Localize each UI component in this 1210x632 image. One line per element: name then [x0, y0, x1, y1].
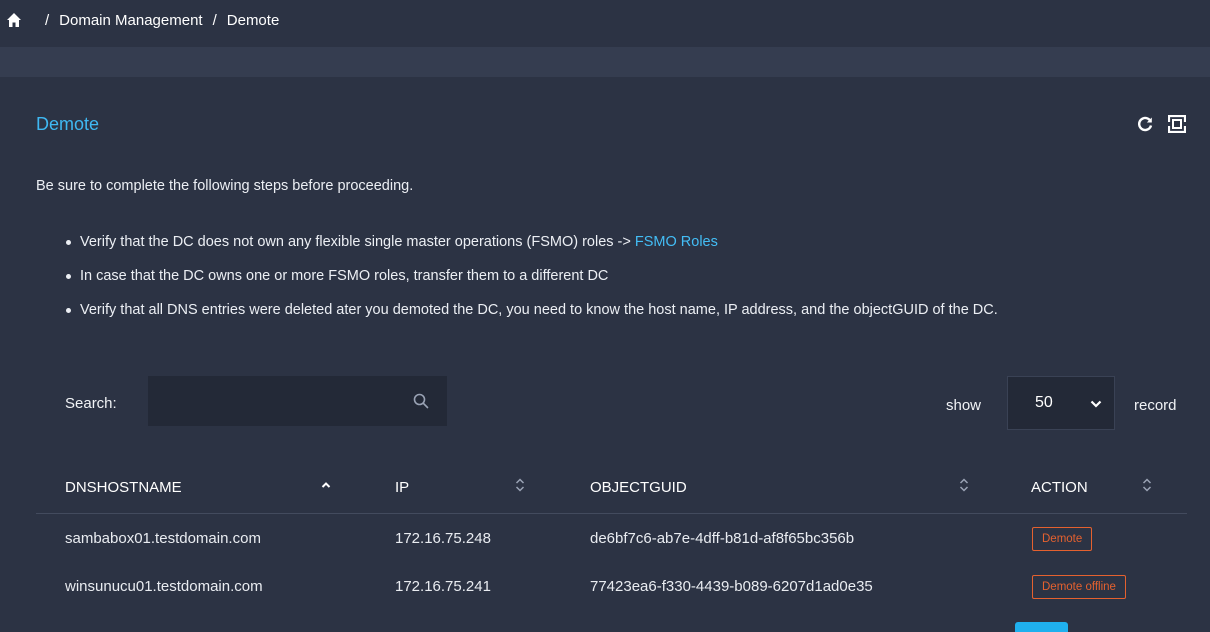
table-row: sambabox01.testdomain.com 172.16.75.248 … [36, 514, 1187, 562]
show-label: show [946, 397, 982, 414]
chevron-down-icon [1090, 400, 1102, 408]
column-header-ip[interactable]: IP [395, 479, 409, 496]
demote-offline-button[interactable]: Demote offline [1032, 575, 1126, 599]
panel-tools [1136, 115, 1186, 133]
breadcrumb-demote: Demote [226, 12, 280, 29]
breadcrumb-separator: / [45, 12, 50, 29]
refresh-icon[interactable] [1136, 115, 1154, 133]
breadcrumb-separator: / [212, 12, 217, 29]
search-input[interactable] [148, 376, 398, 426]
sort-icon[interactable] [320, 477, 332, 493]
table-row: winsunucu01.testdomain.com 172.16.75.241… [36, 562, 1187, 610]
demote-button[interactable]: Demote [1032, 527, 1093, 551]
cell-hostname: sambabox01.testdomain.com [65, 530, 261, 547]
search-field [148, 376, 447, 426]
record-label: record [1134, 397, 1177, 414]
scroll-to-top-tab[interactable] [1015, 622, 1068, 632]
table-header: DNSHOSTNAME IP OBJECTGUID ACTION [36, 462, 1187, 514]
column-header-action[interactable]: ACTION [1031, 479, 1088, 496]
cell-guid: de6bf7c6-ab7e-4dff-b81d-af8f65bc356b [590, 530, 855, 547]
sort-icon[interactable] [1141, 477, 1153, 493]
column-header-objectguid[interactable]: OBJECTGUID [590, 479, 687, 496]
demote-panel: Demote Be sure to complete the following… [0, 77, 1210, 632]
home-icon[interactable] [6, 12, 22, 28]
dc-table: DNSHOSTNAME IP OBJECTGUID ACTION sambabo… [36, 462, 1187, 610]
fsmo-roles-link[interactable]: FSMO Roles [635, 234, 718, 250]
top-bar: / Domain Management / Demote [0, 0, 1210, 47]
cell-guid: 77423ea6-f330-4439-b089-6207d1ad0e35 [590, 578, 873, 595]
page-size-select[interactable]: 50 [1007, 376, 1115, 430]
step-text: Verify that the DC does not own any flex… [80, 234, 635, 250]
step-text: Verify that all DNS entries were deleted… [80, 302, 998, 318]
step-text: In case that the DC owns one or more FSM… [80, 268, 609, 284]
intro-text: Be sure to complete the following steps … [36, 178, 414, 194]
list-item: Verify that all DNS entries were deleted… [66, 298, 1185, 322]
list-item: In case that the DC owns one or more FSM… [66, 264, 1185, 288]
search-label: Search: [65, 395, 117, 412]
page-size-value: 50 [1035, 394, 1053, 411]
header-band [0, 47, 1210, 77]
cell-ip: 172.16.75.248 [395, 530, 491, 547]
search-icon [413, 393, 429, 409]
fullscreen-icon[interactable] [1168, 115, 1186, 133]
list-item: Verify that the DC does not own any flex… [66, 230, 1185, 254]
breadcrumb-domain-management[interactable]: Domain Management [59, 12, 202, 29]
steps-list: Verify that the DC does not own any flex… [66, 230, 1185, 332]
page-title: Demote [36, 114, 100, 134]
sort-icon[interactable] [958, 477, 970, 493]
cell-hostname: winsunucu01.testdomain.com [65, 578, 263, 595]
cell-ip: 172.16.75.241 [395, 578, 491, 595]
column-header-dnshostname[interactable]: DNSHOSTNAME [65, 479, 182, 496]
breadcrumb: / Domain Management / Demote [45, 12, 289, 29]
sort-icon[interactable] [514, 477, 526, 493]
